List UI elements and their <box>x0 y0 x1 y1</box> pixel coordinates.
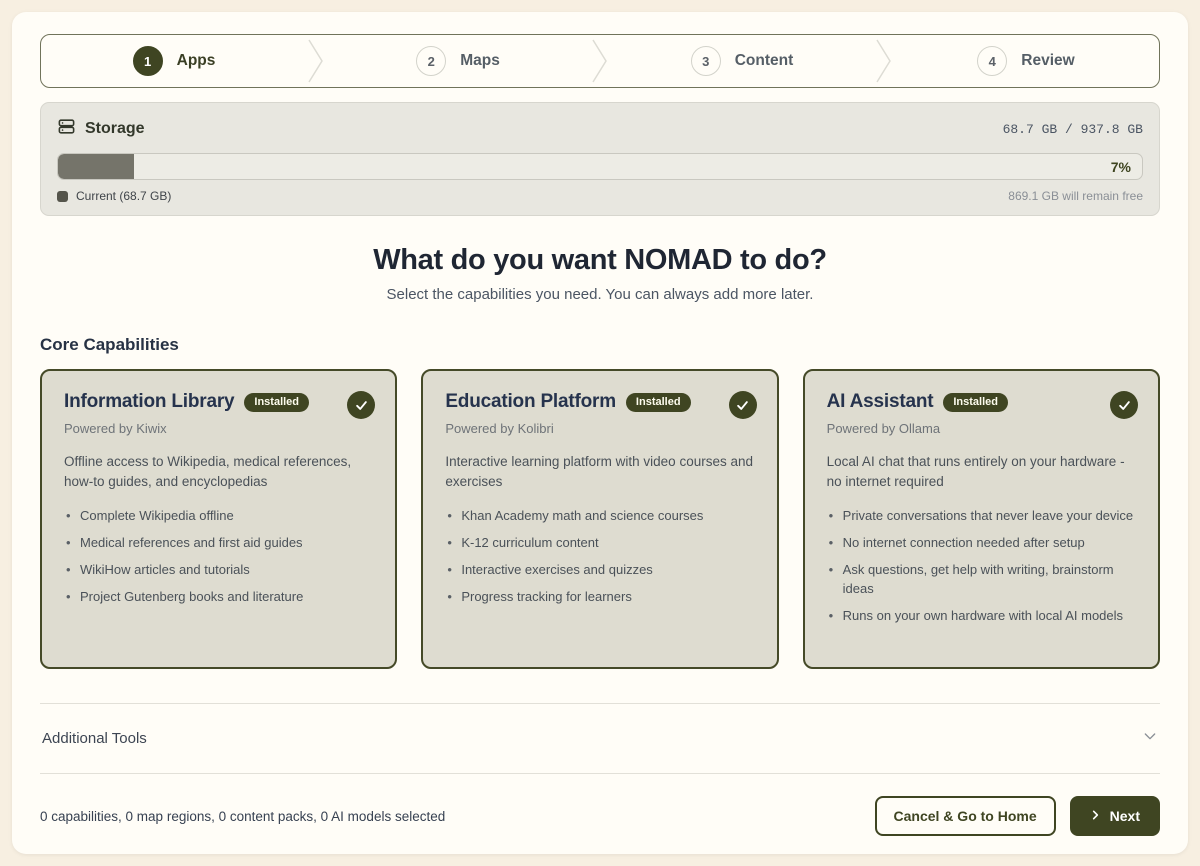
installed-badge: Installed <box>626 393 691 412</box>
storage-usage-text: 68.7 GB / 937.8 GB <box>1003 122 1143 137</box>
wizard-footer: 0 capabilities, 0 map regions, 0 content… <box>40 774 1160 836</box>
chevron-down-icon <box>1142 728 1158 749</box>
feature-item: No internet connection needed after setu… <box>827 534 1138 553</box>
feature-item: Interactive exercises and quizzes <box>445 561 756 580</box>
selected-check-icon[interactable] <box>347 391 375 419</box>
selected-check-icon[interactable] <box>729 391 757 419</box>
storage-percent-label: 7% <box>1111 159 1131 175</box>
card-description: Interactive learning platform with video… <box>445 452 756 491</box>
feature-list: Khan Academy math and science courses K-… <box>445 507 756 606</box>
powered-by-text: Powered by Kolibri <box>445 421 756 436</box>
legend-current-label: Current (68.7 GB) <box>76 189 171 203</box>
feature-item: Complete Wikipedia offline <box>64 507 375 526</box>
installed-badge: Installed <box>943 393 1008 412</box>
step-separator-icon <box>875 35 893 87</box>
additional-tools-label: Additional Tools <box>42 730 147 747</box>
cancel-button[interactable]: Cancel & Go to Home <box>875 796 1056 836</box>
feature-item: Ask questions, get help with writing, br… <box>827 561 1138 599</box>
feature-list: Private conversations that never leave y… <box>827 507 1138 625</box>
storage-panel: Storage 68.7 GB / 937.8 GB 7% Current (6… <box>40 102 1160 216</box>
step-number-badge: 4 <box>977 46 1007 76</box>
storage-progress-fill <box>58 154 134 179</box>
feature-item: K-12 curriculum content <box>445 534 756 553</box>
feature-item: Khan Academy math and science courses <box>445 507 756 526</box>
card-information-library[interactable]: Information Library Installed Powered by… <box>40 369 397 669</box>
feature-item: Progress tracking for learners <box>445 588 756 607</box>
step-review[interactable]: 4 Review <box>893 35 1159 87</box>
setup-wizard-panel: 1 Apps 2 Maps 3 Content 4 Review <box>12 12 1188 854</box>
storage-title: Storage <box>85 120 145 138</box>
next-button[interactable]: Next <box>1070 796 1160 836</box>
step-label: Content <box>735 52 794 70</box>
card-title: Education Platform <box>445 391 616 413</box>
card-ai-assistant[interactable]: AI Assistant Installed Powered by Ollama… <box>803 369 1160 669</box>
storage-drive-icon <box>57 117 76 141</box>
feature-item: Private conversations that never leave y… <box>827 507 1138 526</box>
selection-summary: 0 capabilities, 0 map regions, 0 content… <box>40 809 445 824</box>
step-separator-icon <box>307 35 325 87</box>
additional-tools-toggle[interactable]: Additional Tools <box>40 704 1160 773</box>
feature-item: Project Gutenberg books and literature <box>64 588 375 607</box>
step-separator-icon <box>591 35 609 87</box>
core-capabilities-heading: Core Capabilities <box>40 335 1160 355</box>
powered-by-text: Powered by Ollama <box>827 421 1138 436</box>
feature-list: Complete Wikipedia offline Medical refer… <box>64 507 375 606</box>
capability-cards: Information Library Installed Powered by… <box>40 369 1160 669</box>
storage-progress-bar: 7% <box>57 153 1143 180</box>
installed-badge: Installed <box>244 393 309 412</box>
feature-item: WikiHow articles and tutorials <box>64 561 375 580</box>
step-number-badge: 2 <box>416 46 446 76</box>
selected-check-icon[interactable] <box>1110 391 1138 419</box>
step-number-badge: 3 <box>691 46 721 76</box>
step-apps[interactable]: 1 Apps <box>41 35 307 87</box>
legend-current-dot <box>57 191 68 202</box>
step-label: Maps <box>460 52 500 70</box>
card-education-platform[interactable]: Education Platform Installed Powered by … <box>421 369 778 669</box>
wizard-stepper: 1 Apps 2 Maps 3 Content 4 Review <box>40 34 1160 88</box>
page-title: What do you want NOMAD to do? <box>40 244 1160 277</box>
step-label: Review <box>1021 52 1074 70</box>
card-title: AI Assistant <box>827 391 934 413</box>
powered-by-text: Powered by Kiwix <box>64 421 375 436</box>
step-maps[interactable]: 2 Maps <box>325 35 591 87</box>
card-description: Local AI chat that runs entirely on your… <box>827 452 1138 491</box>
chevron-right-icon <box>1090 808 1101 824</box>
feature-item: Medical references and first aid guides <box>64 534 375 553</box>
next-button-label: Next <box>1110 808 1140 824</box>
step-content[interactable]: 3 Content <box>609 35 875 87</box>
feature-item: Runs on your own hardware with local AI … <box>827 607 1138 626</box>
card-description: Offline access to Wikipedia, medical ref… <box>64 452 375 491</box>
page-subtitle: Select the capabilities you need. You ca… <box>40 286 1160 303</box>
step-label: Apps <box>177 52 216 70</box>
step-number-badge: 1 <box>133 46 163 76</box>
storage-remaining-text: 869.1 GB will remain free <box>1008 189 1143 203</box>
card-title: Information Library <box>64 391 234 413</box>
